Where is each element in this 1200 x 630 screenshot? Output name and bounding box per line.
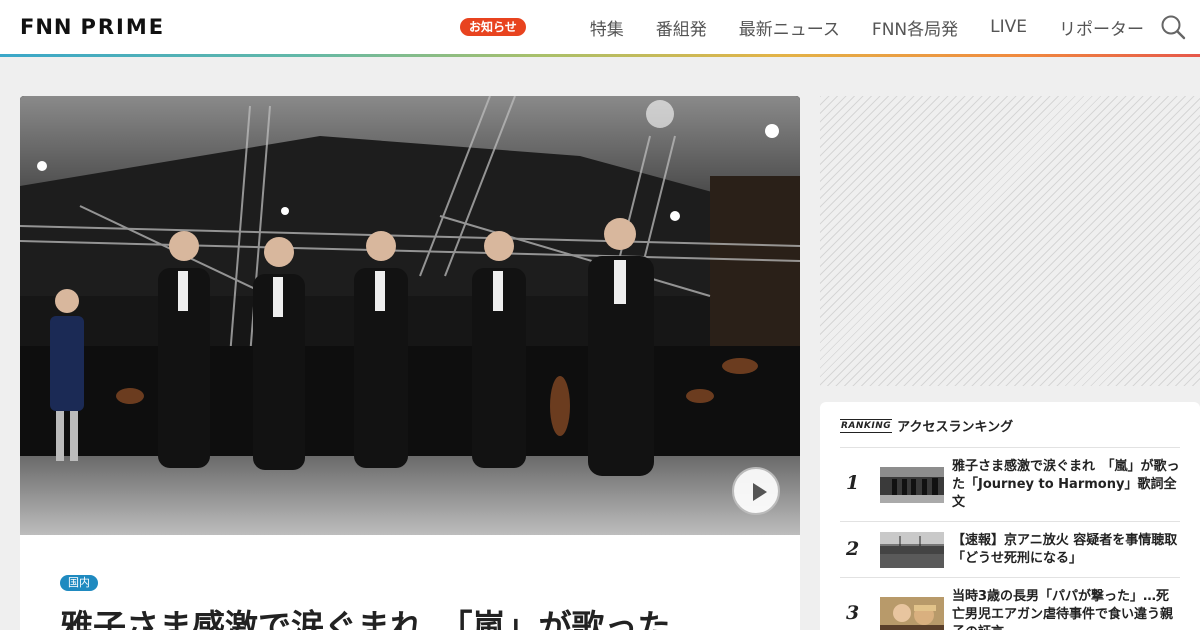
ranking-item-title: 雅子さま感激で涙ぐまれ 「嵐」が歌った「Journey to Harmony」歌… bbox=[952, 459, 1180, 510]
concert-stage-image bbox=[20, 96, 800, 535]
header-gradient-rule bbox=[0, 54, 1200, 57]
nav-item-programs[interactable]: 番組発 bbox=[656, 15, 707, 40]
article-hero-video[interactable] bbox=[20, 96, 800, 535]
featured-article-card[interactable]: 国内 雅子さま感激で涙ぐまれ 「嵐」が歌った bbox=[20, 96, 800, 630]
play-icon[interactable] bbox=[732, 467, 780, 515]
article-headline[interactable]: 雅子さま感激で涙ぐまれ 「嵐」が歌った bbox=[60, 600, 780, 630]
ad-placeholder bbox=[820, 96, 1200, 386]
ranking-item[interactable]: 3 当時3歳の長男「パパが撃った」…死亡男児エアガン虐待事件で食い違う親子の証言 bbox=[840, 578, 1180, 630]
main-nav: お知らせ 特集 番組発 最新ニュース FNN各局発 LIVE リポーター bbox=[460, 0, 1144, 54]
search-icon[interactable] bbox=[1160, 14, 1186, 40]
rank-number: 3 bbox=[846, 602, 860, 624]
ranking-item[interactable]: 2 【速報】京アニ放火 容疑者を事情聴取 「どうせ死刑になる」 bbox=[840, 522, 1191, 578]
site-header: FNN PRIME お知らせ 特集 番組発 最新ニュース FNN各局発 LIVE… bbox=[0, 0, 1200, 54]
ranking-label: RANKING bbox=[840, 418, 893, 433]
ranking-thumbnail bbox=[880, 467, 944, 503]
notice-badge[interactable]: お知らせ bbox=[460, 18, 526, 36]
ranking-panel: RANKING アクセスランキング 1 雅子さま感激で涙ぐまれ 「嵐」が歌った「… bbox=[820, 402, 1200, 630]
nav-item-feature[interactable]: 特集 bbox=[590, 15, 624, 40]
ranking-title: アクセスランキング bbox=[897, 420, 1014, 435]
ranking-thumbnail bbox=[880, 597, 944, 630]
rank-number: 2 bbox=[846, 538, 860, 560]
ranking-thumbnail bbox=[880, 532, 944, 568]
ranking-item-title: 当時3歳の長男「パパが撃った」…死亡男児エアガン虐待事件で食い違う親子の証言 bbox=[952, 589, 1174, 630]
logo-fnn-text: FNN bbox=[20, 15, 73, 39]
nav-item-reporter[interactable]: リポーター bbox=[1059, 15, 1144, 40]
ranking-header: RANKING アクセスランキング bbox=[840, 416, 1013, 435]
site-logo[interactable]: FNN PRIME bbox=[20, 15, 165, 39]
nav-item-fnn-stations[interactable]: FNN各局発 bbox=[872, 15, 958, 40]
rank-number: 1 bbox=[846, 472, 860, 494]
category-tag[interactable]: 国内 bbox=[60, 575, 98, 591]
ranking-item-title: 【速報】京アニ放火 容疑者を事情聴取 「どうせ死刑になる」 bbox=[952, 533, 1191, 566]
nav-item-live[interactable]: LIVE bbox=[990, 17, 1027, 37]
nav-item-latest-news[interactable]: 最新ニュース bbox=[739, 15, 840, 40]
logo-prime-text: PRIME bbox=[80, 15, 166, 39]
ranking-item[interactable]: 1 雅子さま感激で涙ぐまれ 「嵐」が歌った「Journey to Harmony… bbox=[840, 448, 1180, 522]
ranking-list: 1 雅子さま感激で涙ぐまれ 「嵐」が歌った「Journey to Harmony… bbox=[840, 447, 1191, 630]
